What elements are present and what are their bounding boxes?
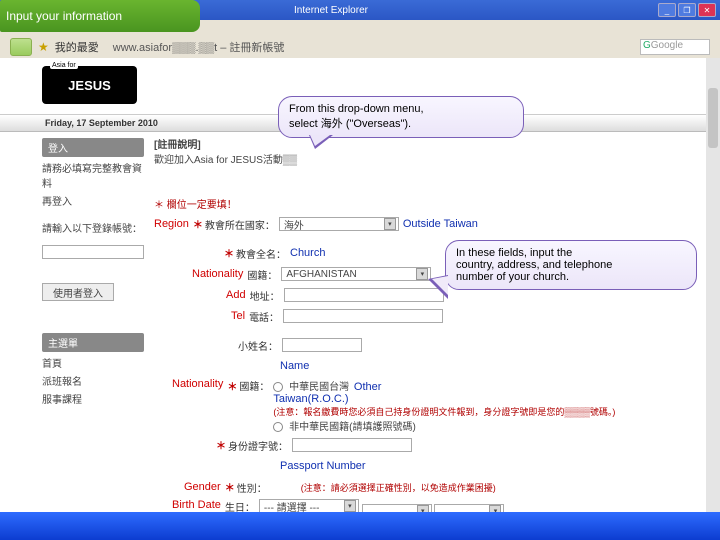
birth-select-2[interactable]: ▾ bbox=[362, 504, 432, 513]
tel-input[interactable] bbox=[283, 309, 443, 323]
address-bar: ★ 我的最愛 www.asiafor▒▒▒.▒▒t – 註冊新帳號 GGoogl… bbox=[0, 36, 720, 58]
callout-region: From this drop-down menu, select 海外 ("Ov… bbox=[278, 96, 524, 138]
nat2-radio-other[interactable] bbox=[273, 422, 283, 432]
addr-cn: 地址： bbox=[250, 288, 280, 303]
birth-en: Birth Date bbox=[172, 499, 221, 511]
nationality1-en: Nationality bbox=[192, 268, 243, 280]
nav-header: 主選單 bbox=[42, 333, 144, 352]
login-button[interactable]: 使用者登入 bbox=[42, 283, 114, 301]
favorites-label: 我的最愛 bbox=[55, 39, 99, 55]
nat2-en: Nationality bbox=[172, 378, 223, 390]
login-panel-header: 登入 bbox=[42, 138, 144, 157]
xiao-label: 小姓名： bbox=[238, 338, 278, 353]
name-en: Name bbox=[280, 360, 309, 372]
favorite-icon[interactable]: ★ bbox=[38, 40, 49, 54]
required-note: ＊ 欄位一定要填！ bbox=[154, 196, 237, 211]
login-note-2: 再登入 bbox=[42, 193, 144, 208]
nat2-opt2-en: Other bbox=[354, 381, 382, 393]
region-label-en: Region bbox=[154, 218, 189, 230]
search-input[interactable]: GGoogle bbox=[640, 39, 710, 55]
gender-note: (注意：請必須選擇正確性別，以免造成作業困擾) bbox=[301, 481, 496, 494]
chevron-down-icon: ▾ bbox=[344, 500, 356, 512]
window-maximize-button[interactable]: ❐ bbox=[678, 3, 696, 17]
chevron-down-icon: ▾ bbox=[416, 268, 428, 280]
region-select[interactable]: 海外▾ bbox=[279, 217, 399, 231]
region-opt-en: Outside Taiwan bbox=[403, 218, 478, 230]
nat2-opt1-cn: 中華民國台灣 bbox=[289, 382, 349, 393]
slide-header: Input your information bbox=[0, 0, 200, 32]
church-en: Church bbox=[290, 247, 325, 259]
vertical-scrollbar[interactable] bbox=[706, 58, 720, 512]
url-text: www.asiafor▒▒▒.▒▒t – 註冊新帳號 bbox=[113, 39, 285, 55]
nat2-opt2-cn: 非中華民國籍(請填護照號碼) bbox=[289, 422, 416, 433]
nat2-opt1-en: Taiwan(R.O.C.) bbox=[273, 393, 348, 405]
birth-select-3[interactable]: ▾ bbox=[434, 504, 504, 513]
login-username-input[interactable] bbox=[42, 245, 144, 259]
chevron-down-icon: ▾ bbox=[489, 505, 501, 513]
slide-title: Input your information bbox=[6, 9, 122, 23]
main-form: [註冊說明] 歡迎加入Asia for JESUS活動▒▒ ＊ 欄位一定要填！ … bbox=[148, 132, 706, 512]
region-label-cn: 教會所在國家： bbox=[205, 217, 275, 232]
nav-courses[interactable]: 服事課程 bbox=[42, 391, 144, 406]
id-label: 身份證字號： bbox=[228, 438, 288, 453]
nat2-note: (注意：報名繳費時您必須自己持身份證明文件報到，身分證字號即是您的▒▒▒▒號碼。… bbox=[273, 407, 615, 417]
nationality1-cn: 國籍： bbox=[247, 267, 277, 282]
addr-en: Add bbox=[226, 289, 246, 301]
church-label: 教會全名： bbox=[236, 246, 286, 261]
xiao-input[interactable] bbox=[282, 338, 362, 352]
window-minimize-button[interactable]: _ bbox=[658, 3, 676, 17]
passport-en: Passport Number bbox=[280, 460, 366, 472]
chevron-down-icon: ▾ bbox=[417, 505, 429, 513]
gender-cn: 性別： bbox=[237, 480, 267, 495]
nationality1-select[interactable]: AFGHANISTAN▾ bbox=[281, 267, 431, 281]
id-input[interactable] bbox=[292, 438, 412, 452]
birth-select-1[interactable]: --- 請選擇 ---▾ bbox=[259, 499, 359, 512]
nav-signup[interactable]: 派班報名 bbox=[42, 373, 144, 388]
nat2-radio-taiwan[interactable] bbox=[273, 382, 283, 392]
addr-input[interactable] bbox=[284, 288, 444, 302]
birth-cn: 生日： bbox=[225, 499, 255, 512]
nat2-cn: 國籍： bbox=[239, 378, 269, 393]
back-button[interactable] bbox=[10, 38, 32, 56]
callout-church-fields: In these fields, input the country, addr… bbox=[445, 240, 697, 290]
scroll-thumb[interactable] bbox=[708, 88, 718, 148]
login-note-1: 請務必填寫完整教會資料 bbox=[42, 160, 144, 190]
chevron-down-icon: ▾ bbox=[384, 218, 396, 230]
login-note-3: 請輸入以下登錄帳號： bbox=[42, 220, 144, 235]
gender-en: Gender bbox=[184, 481, 221, 493]
window-close-button[interactable]: ✕ bbox=[698, 3, 716, 17]
site-logo[interactable]: Asia for JESUS bbox=[42, 66, 137, 104]
sidebar: 登入 請務必填寫完整教會資料 再登入 請輸入以下登錄帳號： 使用者登入 主選單 … bbox=[0, 132, 148, 512]
form-section-sub: 歡迎加入Asia for JESUS活動▒▒ bbox=[154, 151, 698, 166]
tel-cn: 電話： bbox=[249, 309, 279, 324]
taskbar bbox=[0, 512, 720, 540]
tel-en: Tel bbox=[231, 310, 245, 322]
form-section-head: [註冊說明] bbox=[154, 136, 698, 151]
nav-home[interactable]: 首頁 bbox=[42, 355, 144, 370]
